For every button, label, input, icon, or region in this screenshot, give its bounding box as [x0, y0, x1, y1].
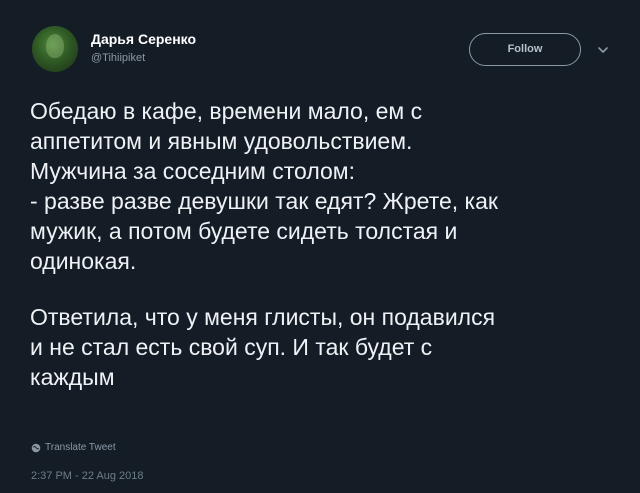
translate-label: Translate Tweet: [45, 442, 116, 453]
tweet-paragraph-1: Обедаю в кафе, времени мало, ем с аппети…: [30, 98, 498, 274]
tweet-paragraph-2: Ответила, что у меня глисты, он подавилс…: [30, 304, 496, 390]
tweet-timestamp[interactable]: 2:37 PM - 22 Aug 2018: [31, 470, 144, 482]
translate-tweet-link[interactable]: Translate Tweet: [31, 442, 116, 453]
user-avatar-icon[interactable]: [32, 26, 78, 72]
author-display-name[interactable]: Дарья Серенко: [91, 31, 196, 47]
tweet-text: Обедаю в кафе, времени мало, ем с аппети…: [30, 96, 625, 392]
follow-button[interactable]: Follow: [469, 33, 581, 66]
globe-icon: [31, 443, 41, 452]
tweet-card: Дарья Серенко @Tihiipiket Follow Обедаю …: [0, 0, 640, 493]
chevron-down-icon[interactable]: [597, 45, 609, 55]
author-handle[interactable]: @Tihiipiket: [91, 52, 145, 64]
